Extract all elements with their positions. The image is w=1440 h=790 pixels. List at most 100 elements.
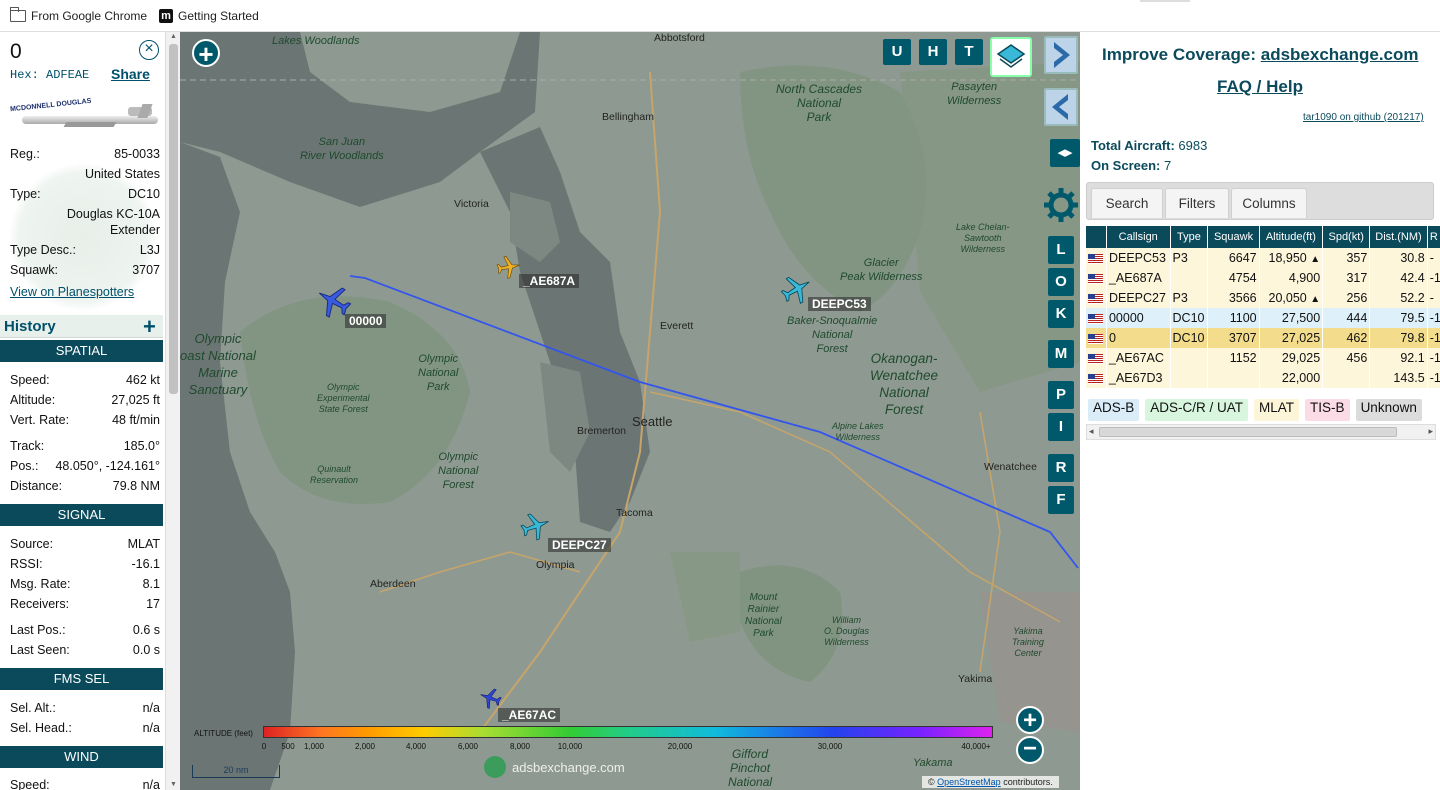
typedesc-value: L3J [139, 243, 160, 257]
bookmark-from-google-chrome[interactable]: From Google Chrome [9, 6, 147, 23]
altitude-text: 29,025 [1281, 351, 1321, 365]
fms-header: FMS SEL [0, 668, 163, 690]
table-row[interactable]: _AE67AC 1152 29,025 456 92.1 -1 [1086, 348, 1440, 368]
aircraft-label[interactable]: DEEPC27 [548, 538, 611, 552]
table-hscrollbar[interactable]: ◂ ▸ [1086, 424, 1436, 440]
col-distance[interactable]: Dist.(NM) [1369, 226, 1428, 248]
settings-gear-icon[interactable] [1042, 186, 1080, 224]
cell-callsign: DEEPC53 [1106, 248, 1171, 268]
cell-type [1170, 268, 1209, 288]
lastseen-value: 0.0 s [132, 643, 160, 657]
city-label: Bremerton [577, 425, 627, 437]
col-type[interactable]: Type [1170, 226, 1209, 248]
squawk-label: Squawk: [10, 263, 58, 277]
layers-button[interactable] [990, 37, 1032, 77]
faq-link[interactable]: FAQ / Help [1217, 77, 1303, 97]
button-i[interactable]: I [1048, 413, 1074, 441]
zoom-in-top-button[interactable]: + [192, 39, 220, 67]
scroll-thumb[interactable] [169, 44, 178, 394]
table-row[interactable]: 0 DC10 3707 27,025 462 79.8 -1 [1086, 328, 1440, 348]
col-callsign[interactable]: Callsign [1106, 226, 1171, 248]
adsbexchange-link[interactable]: adsbexchange.com [1261, 45, 1419, 64]
coverage-prefix: Improve Coverage: [1102, 45, 1256, 64]
list-tabs: Search Filters Columns [1086, 182, 1434, 220]
table-row[interactable]: _AE67D3 22,000 143.5 -1 [1086, 368, 1440, 388]
altitude-tick: 30,000 [817, 742, 843, 751]
aircraft-photo[interactable]: MCDONNELL DOUGLAS [10, 98, 160, 138]
col-squawk[interactable]: Squawk [1207, 226, 1260, 248]
selhead-row: Sel. Head.: n/a [10, 721, 160, 735]
expand-right-button[interactable] [1044, 36, 1078, 74]
aircraft-label[interactable]: _AE687A [519, 274, 580, 288]
map-view[interactable]: Lakes Woodlands San Juan River Woodlands… [180, 32, 1080, 790]
altitude-tick: 4,000 [405, 742, 427, 751]
button-h[interactable]: H [919, 39, 947, 65]
wind-speed-row: Speed: n/a [10, 778, 160, 790]
col-r[interactable]: R [1427, 226, 1440, 248]
receivers-label: Receivers: [10, 597, 70, 611]
hscroll-thumb[interactable] [1099, 427, 1397, 437]
squawk-row: Squawk: 3707 [10, 263, 160, 277]
scroll-down-icon[interactable]: ▼ [170, 781, 177, 788]
share-link[interactable]: Share [111, 66, 150, 82]
button-m[interactable]: M [1048, 340, 1074, 368]
zoom-out-button[interactable]: − [1016, 736, 1044, 764]
city-label: Everett [660, 320, 694, 332]
button-p[interactable]: P [1048, 381, 1074, 409]
cell-speed: 317 [1322, 268, 1371, 288]
cell-callsign: _AE67AC [1106, 348, 1171, 368]
bookmark-getting-started[interactable]: m Getting Started [159, 8, 259, 23]
info-scrollbar[interactable]: ▲ ▼ [165, 32, 180, 790]
toggle-sidebar-button[interactable]: ◂▸ [1050, 139, 1080, 167]
button-r[interactable]: R [1048, 454, 1074, 482]
photo-wing [63, 122, 117, 127]
table-row[interactable]: DEEPC53 P3 6647 18,950 ▲ 357 30.8- [1086, 248, 1440, 268]
bookmark-label: Getting Started [178, 8, 259, 23]
history-add-icon[interactable]: + [143, 314, 156, 340]
scroll-left-icon[interactable]: ◂ [1089, 426, 1094, 437]
button-f[interactable]: F [1048, 486, 1074, 514]
altitude-label: Altitude: [10, 393, 56, 407]
tab-search[interactable]: Search [1091, 188, 1163, 218]
scroll-up-icon[interactable]: ▲ [170, 33, 177, 40]
button-l[interactable]: L [1048, 236, 1074, 264]
type-value: DC10 [128, 187, 160, 201]
col-speed[interactable]: Spd(kt) [1322, 226, 1371, 248]
aircraft-label[interactable]: DEEPC53 [808, 297, 871, 311]
cell-altitude: 4,900 [1259, 268, 1324, 288]
tab-filters[interactable]: Filters [1165, 188, 1229, 218]
button-t[interactable]: T [955, 39, 983, 65]
aircraft-label[interactable]: _AE67AC [498, 708, 561, 722]
scroll-right-icon[interactable]: ▸ [1428, 426, 1433, 437]
receivers-value: 17 [146, 597, 160, 611]
planespotters-link[interactable]: View on Planespotters [10, 285, 134, 299]
cell-type [1170, 368, 1209, 388]
tab-columns[interactable]: Columns [1231, 188, 1307, 218]
version-link[interactable]: tar1090 on github (201217) [1303, 112, 1424, 123]
col-altitude[interactable]: Altitude(ft) [1259, 226, 1324, 248]
collapse-left-button[interactable] [1044, 88, 1078, 126]
button-k[interactable]: K [1048, 300, 1074, 328]
button-o[interactable]: O [1048, 268, 1074, 296]
track-row: Track: 185.0° [10, 439, 160, 453]
cell-r: -1 [1427, 268, 1440, 288]
source-row: Source: MLAT [10, 537, 160, 551]
table-row[interactable]: 00000 DC10 1100 27,500 444 79.5 -1 [1086, 308, 1440, 328]
aircraft-marker-ae67ac[interactable] [478, 686, 502, 710]
table-row[interactable]: _AE687A 4754 4,900 317 42.4 -1 [1086, 268, 1440, 288]
vrate-label: Vert. Rate: [10, 413, 70, 427]
col-flag[interactable] [1086, 226, 1107, 248]
button-u[interactable]: U [883, 39, 911, 65]
zoom-in-button[interactable]: + [1016, 706, 1044, 734]
lastseen-row: Last Seen: 0.0 s [10, 643, 160, 657]
lastpos-value: 0.6 s [132, 623, 160, 637]
history-section[interactable]: History + [0, 314, 163, 340]
cell-altitude: 18,950 ▲ [1259, 248, 1324, 268]
table-row[interactable]: DEEPC27 P3 3566 20,050 ▲ 256 52.2- [1086, 288, 1440, 308]
close-icon[interactable]: × [139, 40, 159, 60]
altitude-tick: 1,000 [303, 742, 325, 751]
cell-distance: 79.5 [1369, 308, 1428, 328]
osm-link[interactable]: OpenStreetMap [937, 777, 1001, 787]
aircraft-label[interactable]: 00000 [345, 314, 387, 328]
m-logo-icon: m [159, 8, 174, 23]
